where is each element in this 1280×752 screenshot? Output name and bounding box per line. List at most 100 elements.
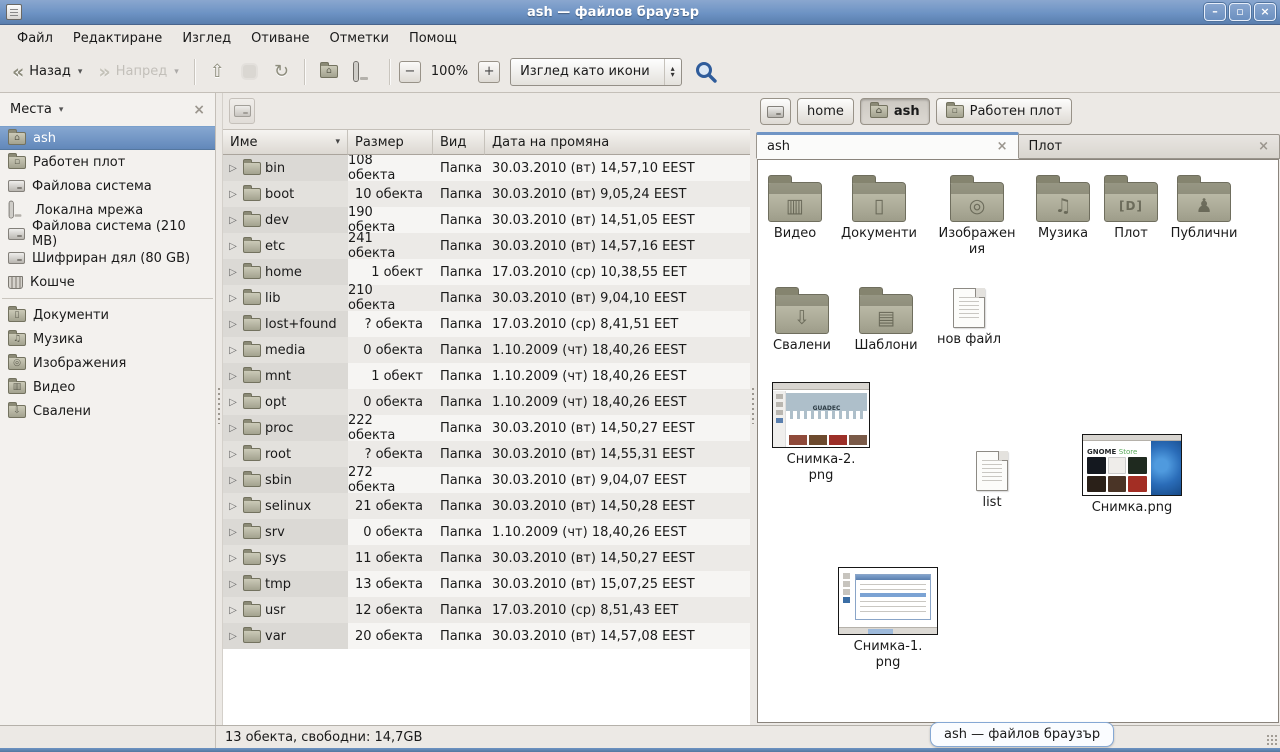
table-row[interactable]: ▷root? обектаПапка30.03.2010 (вт) 14,55,… bbox=[223, 441, 750, 467]
table-row[interactable]: ▷lib210 обектаПапка30.03.2010 (вт) 9,04,… bbox=[223, 285, 750, 311]
sidebar-item-downloads[interactable]: ⇩ Свалени bbox=[0, 399, 215, 423]
table-row[interactable]: ▷lost+found? обектаПапка17.03.2010 (ср) … bbox=[223, 311, 750, 337]
stop-button[interactable] bbox=[235, 58, 264, 85]
sidebar-item-videos[interactable]: ▥ Видео bbox=[0, 375, 215, 399]
menu-go[interactable]: Отиване bbox=[242, 28, 318, 49]
icon-item-templates[interactable]: ▤ Шаблони bbox=[841, 286, 931, 354]
up-button[interactable]: ⇧ bbox=[204, 58, 231, 86]
column-header-date[interactable]: Дата на промяна bbox=[485, 130, 750, 155]
tab-plot[interactable]: Плот × bbox=[1019, 134, 1280, 159]
window-app-icon[interactable] bbox=[6, 4, 22, 20]
minimize-button[interactable]: – bbox=[1204, 3, 1226, 21]
table-row[interactable]: ▷sbin272 обектаПапка30.03.2010 (вт) 9,04… bbox=[223, 467, 750, 493]
view-mode-select[interactable]: Изглед като икони ▴▾ bbox=[510, 58, 682, 86]
icon-view[interactable]: ▥ Видео ▯ Документи ◎ Изображения ♫ Музи… bbox=[757, 159, 1279, 723]
icon-item-public[interactable]: ♟ Публични bbox=[1159, 174, 1249, 242]
sidebar-item-home[interactable]: ⌂ ash bbox=[0, 126, 215, 150]
expander-icon[interactable]: ▷ bbox=[227, 371, 239, 382]
table-row[interactable]: ▷tmp13 обектаПапка30.03.2010 (вт) 15,07,… bbox=[223, 571, 750, 597]
table-row[interactable]: ▷usr12 обектаПапка17.03.2010 (ср) 8,51,4… bbox=[223, 597, 750, 623]
sidebar-item-music[interactable]: ♫ Музика bbox=[0, 327, 215, 351]
sidebar-item-documents[interactable]: ▯ Документи bbox=[0, 303, 215, 327]
sidebar-item-filesystem-210mb[interactable]: Файлова система (210 MB) bbox=[0, 222, 215, 246]
tab-close-icon[interactable]: × bbox=[997, 139, 1008, 154]
table-row[interactable]: ▷etc241 обектаПапка30.03.2010 (вт) 14,57… bbox=[223, 233, 750, 259]
pane-splitter[interactable] bbox=[750, 93, 756, 725]
reload-button[interactable]: ↻ bbox=[268, 58, 295, 86]
icon-item-list[interactable]: list bbox=[947, 445, 1037, 511]
expander-icon[interactable]: ▷ bbox=[227, 475, 239, 486]
table-row[interactable]: ▷var20 обектаПапка30.03.2010 (вт) 14,57,… bbox=[223, 623, 750, 649]
drive-icon-button[interactable] bbox=[229, 98, 255, 124]
icon-item-pictures[interactable]: ◎ Изображения bbox=[932, 174, 1022, 258]
expander-icon[interactable]: ▷ bbox=[227, 189, 239, 200]
table-row[interactable]: ▷mnt1 обектПапка1.10.2009 (чт) 18,40,26 … bbox=[223, 363, 750, 389]
tab-close-icon[interactable]: × bbox=[1258, 139, 1269, 154]
column-header-kind[interactable]: Вид bbox=[433, 130, 485, 155]
zoom-in-button[interactable]: + bbox=[478, 61, 500, 83]
forward-button[interactable]: » Напред ▾ bbox=[92, 59, 184, 84]
back-button[interactable]: « Назад ▾ bbox=[6, 59, 88, 84]
expander-icon[interactable]: ▷ bbox=[227, 319, 239, 330]
expander-icon[interactable]: ▷ bbox=[227, 605, 239, 616]
icon-item-snimka[interactable]: GNOME Store Снимка.png bbox=[1087, 434, 1177, 516]
expander-icon[interactable]: ▷ bbox=[227, 267, 239, 278]
table-row[interactable]: ▷selinux21 обектаПапка30.03.2010 (вт) 14… bbox=[223, 493, 750, 519]
maximize-button[interactable]: ▫ bbox=[1229, 3, 1251, 21]
expander-icon[interactable]: ▷ bbox=[227, 449, 239, 460]
back-dropdown-icon[interactable]: ▾ bbox=[78, 67, 83, 77]
expander-icon[interactable]: ▷ bbox=[227, 241, 239, 252]
icon-item-downloads[interactable]: ⇩ Свалени bbox=[757, 286, 847, 354]
icon-item-snimka-1[interactable]: Снимка-1.png bbox=[843, 565, 933, 671]
expander-icon[interactable]: ▷ bbox=[227, 527, 239, 538]
places-header[interactable]: Места bbox=[10, 102, 52, 117]
close-button[interactable]: × bbox=[1254, 3, 1276, 21]
computer-button[interactable] bbox=[348, 59, 380, 85]
column-header-name[interactable]: Име ▾ bbox=[223, 130, 348, 155]
resize-grip[interactable] bbox=[1266, 734, 1278, 746]
table-row[interactable]: ▷dev190 обектаПапка30.03.2010 (вт) 14,51… bbox=[223, 207, 750, 233]
table-row[interactable]: ▷sys11 обектаПапка30.03.2010 (вт) 14,50,… bbox=[223, 545, 750, 571]
table-row[interactable]: ▷bin108 обектаПапка30.03.2010 (вт) 14,57… bbox=[223, 155, 750, 181]
sidebar-item-encrypted-80gb[interactable]: Шифриран дял (80 GB) bbox=[0, 246, 215, 270]
menu-file[interactable]: Файл bbox=[8, 28, 62, 49]
path-root-button[interactable] bbox=[760, 98, 791, 125]
menu-view[interactable]: Изглед bbox=[173, 28, 240, 49]
path-home-button[interactable]: home bbox=[797, 98, 854, 125]
sidebar-item-trash[interactable]: Кошче bbox=[0, 270, 215, 294]
column-header-size[interactable]: Размер bbox=[348, 130, 433, 155]
icon-item-videos[interactable]: ▥ Видео bbox=[757, 174, 840, 242]
expander-icon[interactable]: ▷ bbox=[227, 397, 239, 408]
icon-item-new-file[interactable]: нов файл bbox=[924, 282, 1014, 348]
table-row[interactable]: ▷opt0 обектаПапка1.10.2009 (чт) 18,40,26… bbox=[223, 389, 750, 415]
expander-icon[interactable]: ▷ bbox=[227, 163, 239, 174]
places-header-caret-icon[interactable]: ▾ bbox=[59, 105, 64, 115]
expander-icon[interactable]: ▷ bbox=[227, 553, 239, 564]
expander-icon[interactable]: ▷ bbox=[227, 293, 239, 304]
expander-icon[interactable]: ▷ bbox=[227, 631, 239, 642]
pane-splitter[interactable] bbox=[216, 93, 222, 725]
table-row[interactable]: ▷home1 обектПапка17.03.2010 (ср) 10,38,5… bbox=[223, 259, 750, 285]
path-ash-button[interactable]: ⌂ ash bbox=[860, 98, 930, 125]
expander-icon[interactable]: ▷ bbox=[227, 345, 239, 356]
icon-item-documents[interactable]: ▯ Документи bbox=[834, 174, 924, 242]
table-row[interactable]: ▷proc222 обектаПапка30.03.2010 (вт) 14,5… bbox=[223, 415, 750, 441]
home-button[interactable]: ⌂ bbox=[314, 60, 344, 83]
path-desktop-button[interactable]: ▫ Работен плот bbox=[936, 98, 1072, 125]
sidebar-item-filesystem[interactable]: Файлова система bbox=[0, 174, 215, 198]
expander-icon[interactable]: ▷ bbox=[227, 423, 239, 434]
search-icon[interactable] bbox=[694, 60, 718, 84]
sidebar-close-icon[interactable]: × bbox=[193, 102, 205, 118]
icon-item-snimka-2[interactable]: GUADEC Снимка-2.png bbox=[776, 380, 866, 484]
expander-icon[interactable]: ▷ bbox=[227, 215, 239, 226]
sidebar-item-pictures[interactable]: ◎ Изображения bbox=[0, 351, 215, 375]
expander-icon[interactable]: ▷ bbox=[227, 579, 239, 590]
table-row[interactable]: ▷boot10 обектаПапка30.03.2010 (вт) 9,05,… bbox=[223, 181, 750, 207]
expander-icon[interactable]: ▷ bbox=[227, 501, 239, 512]
menu-edit[interactable]: Редактиране bbox=[64, 28, 171, 49]
menu-help[interactable]: Помощ bbox=[400, 28, 466, 49]
table-row[interactable]: ▷srv0 обектаПапка1.10.2009 (чт) 18,40,26… bbox=[223, 519, 750, 545]
zoom-out-button[interactable]: − bbox=[399, 61, 421, 83]
menu-bookmarks[interactable]: Отметки bbox=[320, 28, 397, 49]
table-row[interactable]: ▷media0 обектаПапка1.10.2009 (чт) 18,40,… bbox=[223, 337, 750, 363]
